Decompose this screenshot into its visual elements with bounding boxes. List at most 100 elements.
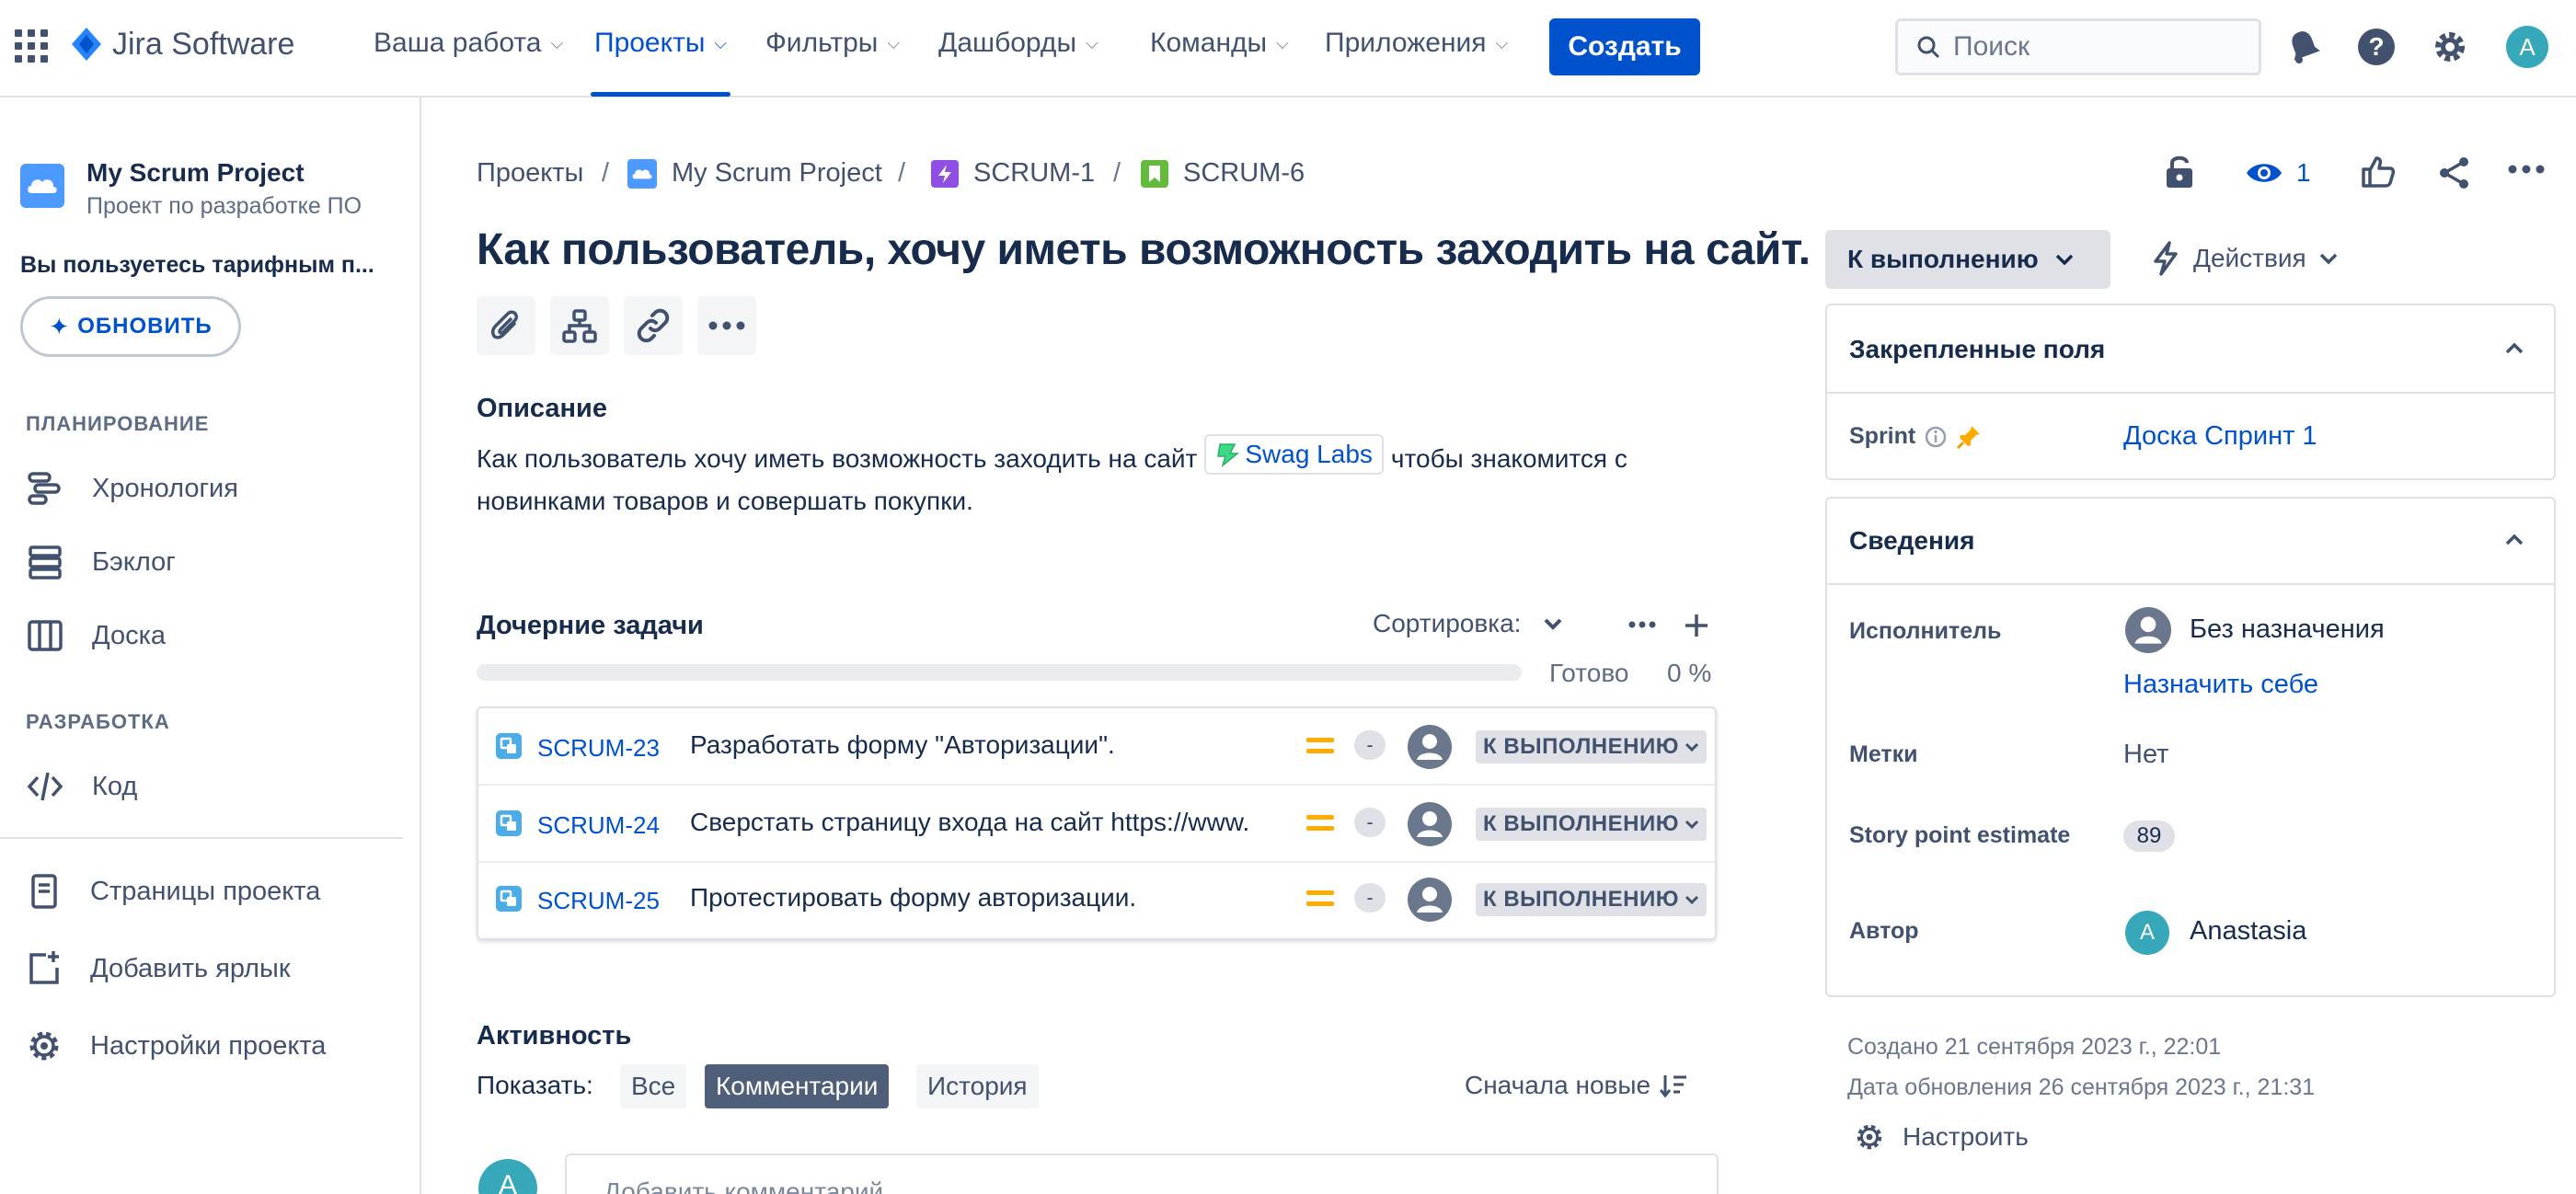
status-dropdown[interactable]: К выполнению: [1825, 230, 2110, 289]
labels-value[interactable]: Нет: [2123, 740, 2168, 770]
sort-newest-first[interactable]: Сначала новые: [1465, 1071, 1687, 1100]
unassigned-avatar-icon[interactable]: [1408, 878, 1452, 922]
project-name[interactable]: My Scrum Project: [86, 158, 305, 188]
actions-dropdown[interactable]: Действия: [2151, 241, 2338, 276]
add-child-issue-icon[interactable]: [1684, 613, 1709, 638]
breadcrumb-epic[interactable]: SCRUM-1: [931, 158, 1095, 189]
avatar-initial: A: [2519, 32, 2536, 61]
create-button[interactable]: Создать: [1549, 18, 1700, 75]
sort-dropdown[interactable]: Сортировка:: [1373, 609, 1563, 638]
chevron-down-icon: [1685, 895, 1699, 904]
more-toolbar-button[interactable]: [697, 296, 756, 355]
watchers-button[interactable]: 1: [2245, 158, 2311, 188]
filter-history[interactable]: История: [916, 1064, 1039, 1108]
chevron-up-icon[interactable]: [2504, 342, 2524, 355]
more-actions-icon[interactable]: [2508, 164, 2545, 175]
unassigned-avatar-icon[interactable]: [1408, 802, 1452, 846]
notifications-bell-icon[interactable]: [2285, 28, 2322, 64]
pinned-fields-heading[interactable]: Закрепленные поля: [1849, 335, 2105, 364]
child-issue-key[interactable]: SCRUM-25: [537, 887, 660, 915]
child-issue-row[interactable]: SCRUM-23 Разработать форму "Авторизации"…: [478, 708, 1715, 784]
project-avatar-icon: [627, 158, 657, 189]
nav-dashboards[interactable]: Дашборды ⌵: [938, 28, 1098, 59]
child-issue-summary[interactable]: Разработать форму "Авторизации".: [690, 730, 1260, 760]
lock-icon[interactable]: [2164, 153, 2195, 189]
child-status-dropdown[interactable]: К ВЫПОЛНЕНИЮ: [1476, 730, 1707, 763]
child-issues-more-icon[interactable]: [1628, 620, 1656, 629]
child-issue-row[interactable]: SCRUM-24 Сверстать страницу входа на сай…: [478, 786, 1715, 861]
assign-to-me-link[interactable]: Назначить себе: [2123, 670, 2318, 700]
sidebar-item-project-settings[interactable]: Настройки проекта: [26, 1027, 326, 1065]
chevron-down-icon: [1685, 820, 1699, 829]
priority-medium-icon: [1306, 815, 1334, 831]
filter-comments[interactable]: Комментарии: [705, 1064, 890, 1108]
paperclip-icon: [490, 310, 519, 339]
chevron-down-icon: ⌵: [1495, 33, 1509, 52]
attach-button[interactable]: [477, 296, 535, 355]
nav-teams[interactable]: Команды ⌵: [1150, 28, 1289, 59]
breadcrumb-project[interactable]: My Scrum Project: [627, 158, 882, 189]
reporter-value[interactable]: Anastasia: [2190, 916, 2306, 947]
child-issue-summary[interactable]: Протестировать форму авторизации.: [690, 883, 1260, 913]
created-date: Создано 21 сентября 2023 г., 22:01: [1847, 1034, 2222, 1060]
settings-gear-icon[interactable]: [2431, 28, 2469, 66]
sidebar-item-backlog[interactable]: Бэклог: [26, 543, 176, 581]
sort-descending-icon: [1660, 1075, 1687, 1098]
breadcrumb-separator: /: [1113, 158, 1121, 188]
sidebar-item-timeline[interactable]: Хронология: [26, 469, 238, 508]
status-label: К ВЫПОЛНЕНИЮ: [1483, 887, 1679, 912]
help-icon[interactable]: ?: [2357, 28, 2396, 66]
story-points-badge[interactable]: 89: [2123, 821, 2175, 852]
child-status-dropdown[interactable]: К ВЫПОЛНЕНИЮ: [1476, 808, 1707, 841]
nav-your-work[interactable]: Ваша работа ⌵: [374, 28, 563, 59]
breadcrumb-issue[interactable]: SCRUM-6: [1141, 158, 1305, 189]
labels-label: Метки: [1849, 741, 1918, 767]
reporter-label: Автор: [1849, 918, 1919, 944]
configure-button[interactable]: Настроить: [1853, 1120, 2029, 1154]
chevron-up-icon[interactable]: [2504, 534, 2524, 546]
search-input[interactable]: Поиск: [1895, 18, 2261, 75]
progress-bar: [477, 664, 1522, 681]
breadcrumb-separator: /: [898, 158, 906, 188]
profile-avatar[interactable]: A: [2506, 26, 2548, 68]
comment-input[interactable]: Добавить комментарий...: [565, 1154, 1719, 1194]
app-switcher-icon[interactable]: [13, 28, 50, 64]
unassigned-avatar-icon[interactable]: [1408, 725, 1452, 769]
progress-label: Готово: [1549, 659, 1629, 687]
reporter-avatar: A: [2125, 911, 2169, 955]
link-issue-button[interactable]: [624, 296, 683, 355]
sidebar-item-add-shortcut[interactable]: Добавить ярлык: [26, 949, 291, 988]
swag-labs-link[interactable]: Swag Labs: [1204, 434, 1384, 475]
child-status-dropdown[interactable]: К ВЫПОЛНЕНИЮ: [1476, 883, 1707, 916]
child-issue-row[interactable]: SCRUM-25 Протестировать форму авторизаци…: [478, 863, 1715, 938]
nav-projects[interactable]: Проекты ⌵: [594, 28, 727, 59]
chevron-down-icon: ⌵: [714, 33, 728, 52]
share-icon[interactable]: [2436, 155, 2473, 191]
nav-filters[interactable]: Фильтры ⌵: [765, 28, 900, 59]
child-issue-key[interactable]: SCRUM-23: [537, 734, 660, 763]
breadcrumb-label: SCRUM-6: [1183, 158, 1305, 188]
sprint-link[interactable]: Доска Спринт 1: [2123, 421, 2317, 452]
activity-heading: Активность: [477, 1021, 632, 1050]
assignee-value[interactable]: Без назначения: [2190, 614, 2385, 645]
story-points-label: Story point estimate: [1849, 822, 2071, 848]
breadcrumb-projects[interactable]: Проекты: [477, 158, 583, 189]
child-issue-key[interactable]: SCRUM-24: [537, 811, 660, 840]
search-placeholder: Поиск: [1953, 31, 2030, 62]
details-heading[interactable]: Сведения: [1849, 526, 1974, 556]
nav-apps[interactable]: Приложения ⌵: [1325, 28, 1508, 59]
upgrade-button[interactable]: ✦ ОБНОВИТЬ: [20, 296, 241, 357]
like-icon[interactable]: [2361, 155, 2396, 189]
sidebar-item-code[interactable]: Код: [26, 767, 137, 806]
sidebar-item-project-pages[interactable]: Страницы проекта: [26, 872, 320, 911]
jira-logo[interactable]: Jira Software: [70, 26, 294, 63]
info-icon[interactable]: [1925, 426, 1947, 448]
pin-icon[interactable]: [1956, 424, 1982, 450]
add-child-issue-button[interactable]: [550, 296, 609, 355]
sidebar-item-label: Хронология: [92, 473, 238, 503]
sidebar-item-board[interactable]: Доска: [26, 616, 166, 655]
issue-title[interactable]: Как пользователь, хочу иметь возможность…: [477, 224, 1811, 275]
description-body[interactable]: Как пользователь хочу иметь возможность …: [477, 434, 1728, 522]
child-issue-summary[interactable]: Сверстать страницу входа на сайт https:/…: [690, 808, 1260, 837]
filter-all[interactable]: Все: [620, 1064, 687, 1108]
